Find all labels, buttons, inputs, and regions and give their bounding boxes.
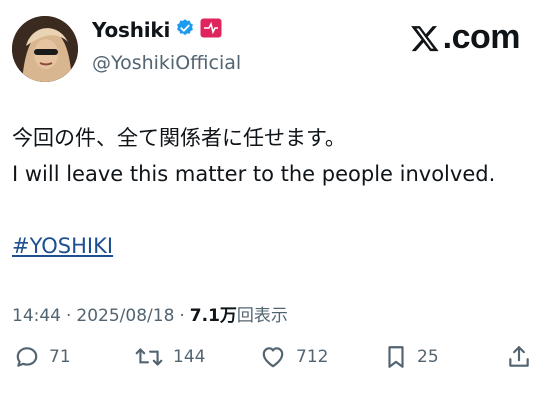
views-count: 7.1万 — [189, 306, 237, 326]
display-name[interactable]: Yoshiki — [92, 18, 170, 42]
repost-count: 144 — [173, 347, 206, 367]
affiliate-badge-icon[interactable] — [200, 18, 222, 42]
avatar-photo — [12, 16, 78, 82]
tweet-text: 今回の件、全て関係者に任せます。 I will leave this matte… — [12, 120, 542, 192]
views-label: 回表示 — [236, 306, 288, 326]
site-label: .com — [442, 18, 521, 56]
hashtag-link[interactable]: #YOSHIKI — [12, 234, 113, 258]
share-button[interactable] — [506, 344, 532, 370]
author-name-row: Yoshiki — [92, 18, 222, 42]
share-icon — [509, 346, 529, 367]
meta-separator: · — [179, 306, 185, 326]
reply-button[interactable]: 71 — [14, 344, 71, 370]
bookmark-count: 25 — [417, 347, 439, 367]
action-bar: 71 144 712 25 — [0, 344, 550, 378]
tweet-date[interactable]: 2025/08/18 — [76, 306, 174, 326]
tweet-line-japanese: 今回の件、全て関係者に任せます。 — [12, 126, 346, 150]
site-logo: .com — [409, 18, 521, 57]
tweet-line-english: I will leave this matter to the people i… — [12, 162, 496, 186]
reply-icon — [16, 347, 38, 367]
verified-badge-icon — [175, 18, 195, 42]
like-count: 712 — [296, 347, 329, 367]
bookmark-button[interactable]: 25 — [384, 344, 439, 370]
tweet-meta: 14:44 · 2025/08/18 · 7.1万回表示 — [12, 301, 288, 326]
meta-separator: · — [66, 306, 72, 326]
bookmark-icon — [388, 346, 404, 368]
repost-button[interactable]: 144 — [134, 344, 205, 370]
tweet-time[interactable]: 14:44 — [12, 306, 61, 326]
author-handle[interactable]: @YoshikiOfficial — [92, 52, 241, 74]
avatar[interactable] — [12, 16, 78, 82]
reply-count: 71 — [49, 347, 71, 367]
like-button[interactable]: 712 — [259, 344, 328, 370]
x-logo-icon — [410, 25, 439, 51]
heart-icon — [262, 347, 284, 368]
repost-icon — [135, 348, 163, 366]
